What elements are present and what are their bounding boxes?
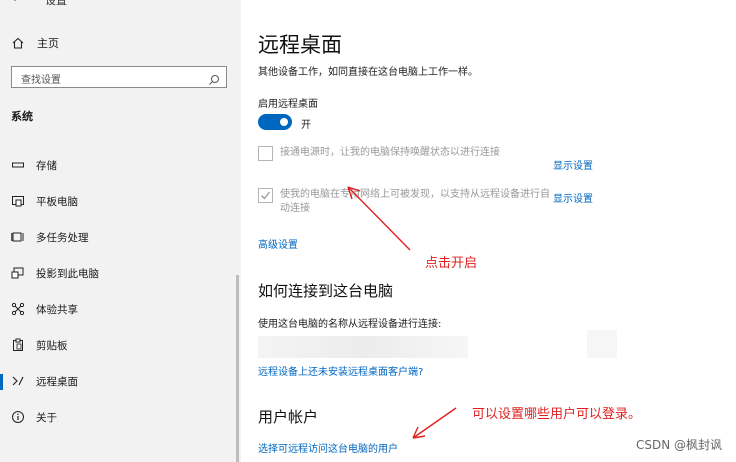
annotation-set-users: 可以设置哪些用户可以登录。 (472, 407, 642, 422)
window-title: 设置 (45, 0, 67, 7)
sidebar-item-shared-experiences[interactable]: 体验共享 (0, 294, 241, 324)
advanced-settings-link[interactable]: 高级设置 (258, 236, 298, 251)
sidebar-item-projecting[interactable]: 投影到此电脑 (0, 258, 241, 288)
toggle-state-label: 开 (301, 120, 311, 131)
multitasking-icon (11, 230, 25, 244)
sidebar-item-multitasking[interactable]: 多任务处理 (0, 222, 241, 252)
discoverable-option: 使我的电脑在专用网络上可被发现，以支持从远程设备进行自动连接 (258, 188, 558, 218)
sidebar-item-label: 体验共享 (36, 303, 78, 316)
page-title: 远程桌面 (258, 33, 342, 57)
sidebar-item-label: 存储 (36, 159, 57, 172)
user-accounts-heading: 用户帐户 (258, 408, 319, 426)
enable-remote-desktop-label: 启用远程桌面 (258, 99, 318, 110)
sidebar-item-label: 平板电脑 (36, 195, 78, 208)
clipboard-icon (11, 338, 25, 352)
discoverable-text: 使我的电脑在专用网络上可被发现，以支持从远程设备进行自动连接 (280, 189, 550, 214)
search-input[interactable]: 查找设置 (11, 66, 227, 88)
show-settings-link-2[interactable]: 显示设置 (553, 190, 593, 205)
show-settings-link-1[interactable]: 显示设置 (553, 157, 593, 172)
pc-name-redacted (258, 336, 468, 358)
projecting-icon (11, 266, 25, 280)
keep-awake-checkbox[interactable] (258, 146, 273, 161)
shared-experiences-icon (11, 302, 25, 316)
annotation-click-enable: 点击开启 (425, 256, 478, 271)
sidebar-item-storage[interactable]: 存储 (0, 150, 241, 180)
select-users-link[interactable]: 选择可远程访问这台电脑的用户 (258, 440, 398, 455)
watermark: CSDN @枫封讽 (635, 438, 722, 452)
toggle-knob (280, 118, 288, 126)
back-button[interactable]: ‹ (12, 0, 16, 5)
client-not-installed-link[interactable]: 远程设备上还未安装远程桌面客户端? (258, 363, 423, 378)
sidebar-item-label: 多任务处理 (36, 231, 89, 244)
tablet-icon (11, 194, 25, 208)
sidebar-item-label: 关于 (36, 411, 57, 424)
main-panel: 远程桌面 其他设备工作，如同直接在这台电脑上工作一样。 启用远程桌面 开 接通电… (241, 0, 736, 462)
sidebar-item-clipboard[interactable]: 剪贴板 (0, 330, 241, 360)
keep-awake-option: 接通电源时，让我的电脑保持唤醒状态以进行连接 (258, 146, 558, 176)
sidebar: ‹ 设置 主页 查找设置 系统 存储 平板电脑 多任务处理 (0, 0, 241, 462)
how-to-connect-heading: 如何连接到这台电脑 (258, 282, 394, 300)
remote-desktop-icon (11, 374, 25, 388)
title-bar: ‹ 设置 (0, 0, 241, 8)
sidebar-item-label: 剪贴板 (36, 339, 68, 352)
home-icon (11, 36, 25, 50)
enable-remote-desktop-toggle[interactable] (258, 114, 292, 130)
sidebar-item-label: 远程桌面 (36, 375, 78, 388)
sidebar-item-tablet[interactable]: 平板电脑 (0, 186, 241, 216)
info-icon (11, 410, 25, 424)
redacted-patch (587, 330, 617, 358)
nav-home[interactable]: 主页 (11, 33, 59, 53)
nav-home-label: 主页 (37, 37, 59, 50)
search-placeholder: 查找设置 (21, 75, 61, 86)
sidebar-item-remote-desktop[interactable]: 远程桌面 (0, 366, 241, 396)
active-indicator (0, 374, 3, 390)
sidebar-item-about[interactable]: 关于 (0, 402, 241, 432)
storage-icon (11, 158, 25, 172)
search-icon (208, 71, 220, 85)
sidebar-scrollbar[interactable] (236, 275, 239, 462)
discoverable-checkbox[interactable] (258, 188, 273, 203)
how-to-connect-text: 使用这台电脑的名称从远程设备进行连接: (258, 319, 442, 330)
sidebar-item-label: 投影到此电脑 (36, 267, 99, 280)
page-description: 其他设备工作，如同直接在这台电脑上工作一样。 (258, 67, 478, 78)
keep-awake-text: 接通电源时，让我的电脑保持唤醒状态以进行连接 (280, 147, 500, 158)
section-system: 系统 (11, 110, 33, 123)
